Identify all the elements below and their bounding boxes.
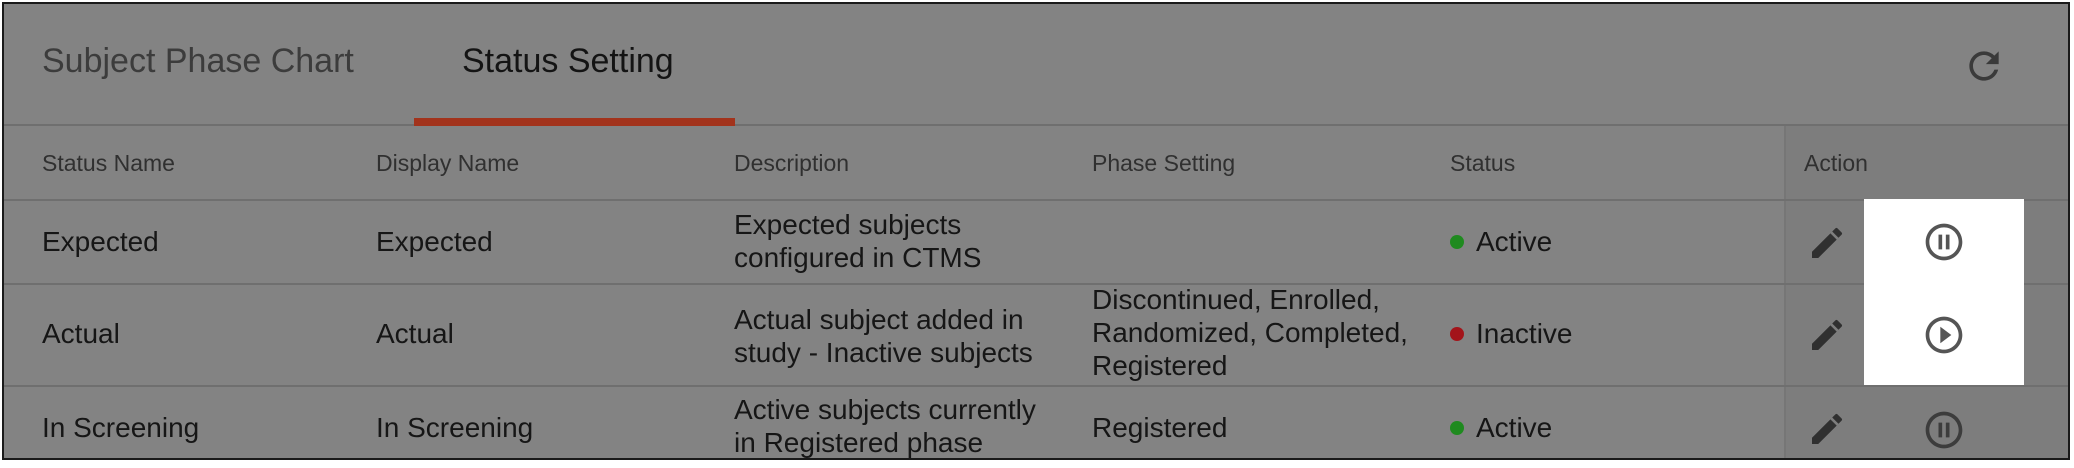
- pencil-icon: [1812, 227, 1843, 258]
- cell-display-name: Actual: [376, 318, 454, 349]
- pencil-icon: [1812, 319, 1843, 350]
- header-phase-setting: Phase Setting: [1092, 150, 1236, 176]
- refresh-button[interactable]: [1962, 44, 2006, 88]
- status-setting-panel: Subject Phase Chart Status Setting Statu…: [2, 2, 2070, 460]
- header-description: Description: [734, 150, 850, 176]
- status-label: Inactive: [1476, 318, 1573, 349]
- cell-status: Active: [1450, 225, 1552, 258]
- pause-circle-icon[interactable]: [1922, 220, 1966, 264]
- cell-phase-setting: Registered: [1092, 412, 1228, 443]
- cell-display-name: Expected: [376, 226, 493, 257]
- deactivate-button-area[interactable]: [1864, 407, 2024, 453]
- status-label: Active: [1476, 412, 1553, 443]
- table-row: Actual Actual Actual subject added in st…: [4, 284, 2068, 387]
- header-status-name: Status Name: [42, 150, 175, 176]
- cell-status-name: In Screening: [42, 412, 200, 443]
- cell-display-name: In Screening: [376, 412, 534, 443]
- cell-status: Inactive: [1450, 317, 1573, 350]
- header-display-name: Display Name: [376, 150, 520, 176]
- cell-description: Active subjects currently in Registered …: [734, 394, 1036, 458]
- status-label: Active: [1476, 226, 1553, 257]
- inactive-status-dot: [1450, 326, 1464, 341]
- active-status-dot: [1450, 234, 1464, 249]
- header-action: Action: [1804, 150, 1868, 176]
- table-header: Status Name Display Name Description Pha…: [4, 126, 2068, 201]
- table-row: In Screening In Screening Active subject…: [4, 387, 2068, 458]
- refresh-icon: [1969, 51, 1999, 81]
- table-row: Expected Expected Expected subjects conf…: [4, 199, 2068, 285]
- pencil-icon: [1812, 413, 1843, 444]
- deactivate-button-area[interactable]: [1864, 199, 2024, 285]
- edit-button[interactable]: [1807, 223, 1847, 263]
- cell-status-name: Actual: [42, 318, 120, 349]
- header-status: Status: [1450, 150, 1516, 176]
- pause-circle-icon[interactable]: [1922, 408, 1966, 452]
- cell-description: Actual subject added in study - Inactive…: [734, 304, 1033, 368]
- activate-button-area[interactable]: [1864, 285, 2024, 385]
- tab-bar: Subject Phase Chart Status Setting: [4, 4, 2068, 126]
- status-table: Status Name Display Name Description Pha…: [4, 126, 2068, 458]
- tab-status-setting[interactable]: Status Setting: [462, 42, 674, 81]
- tab-subject-phase-chart[interactable]: Subject Phase Chart: [42, 42, 354, 81]
- cell-status: Active: [1450, 411, 1552, 444]
- cell-phase-setting: Discontinued, Enrolled, Randomized, Comp…: [1092, 284, 1408, 381]
- edit-button[interactable]: [1807, 315, 1847, 355]
- cell-status-name: Expected: [42, 226, 159, 257]
- cell-description: Expected subjects configured in CTMS: [734, 209, 982, 273]
- play-circle-icon[interactable]: [1922, 313, 1966, 357]
- active-tab-indicator: [414, 118, 735, 126]
- active-status-dot: [1450, 420, 1464, 435]
- edit-button[interactable]: [1807, 409, 1847, 449]
